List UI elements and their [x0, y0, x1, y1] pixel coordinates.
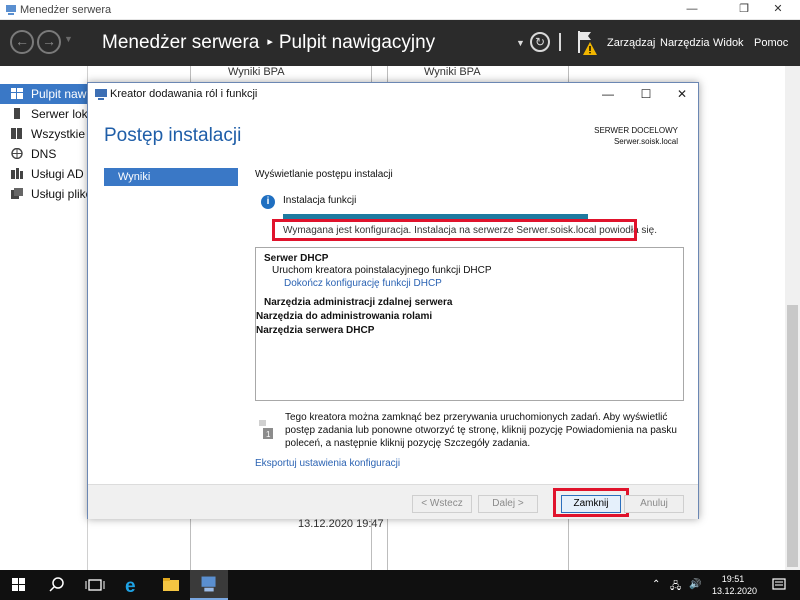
results-list: Serwer DHCP Uruchom kreatora poinstalacyj…	[255, 247, 684, 401]
file-services-icon	[11, 188, 23, 199]
wizard-nav-item-results[interactable]: Wyniki	[104, 168, 238, 186]
close-button-highlight	[553, 488, 629, 517]
close-window-button[interactable]: ✕	[756, 0, 800, 20]
notification-center-icon[interactable]	[764, 570, 794, 600]
refresh-icon[interactable]: ↻	[530, 32, 550, 52]
results-line: Narzędzia do administrowania rolami	[256, 311, 433, 322]
internet-explorer-icon[interactable]: e	[114, 570, 152, 600]
svg-text:e: e	[125, 576, 136, 597]
taskbar: e ⌃ 🖧 🔊 19:51 13.12.2020	[0, 570, 800, 600]
scrollbar-thumb[interactable]	[787, 305, 798, 567]
sidebar-item-label: Pulpit nawigacyjny	[31, 87, 88, 101]
sidebar-item-dashboard[interactable]: Pulpit nawigacyjny	[0, 84, 88, 104]
sidebar-item-ad-ds[interactable]: Usługi AD DS	[0, 164, 88, 184]
menu-view[interactable]: Widok	[713, 37, 744, 49]
wizard-icon	[95, 89, 107, 100]
section-title: Wyświetlanie postępu instalacji	[255, 169, 393, 180]
result-highlight-box	[272, 219, 637, 241]
cancel-button[interactable]: Anuluj	[624, 495, 684, 513]
forward-nav-button[interactable]: →	[37, 30, 61, 54]
back-arrow-icon: ←	[15, 33, 29, 49]
dialog-title: Kreator dodawania ról i funkcji	[110, 88, 258, 100]
destination-server-label: SERWER DOCELOWY	[594, 126, 678, 135]
tray-clock[interactable]: 19:51 13.12.2020	[712, 573, 758, 597]
servers-icon	[11, 128, 22, 139]
task-view-icon[interactable]	[76, 570, 114, 600]
forward-arrow-icon: →	[42, 33, 56, 49]
ad-icon	[11, 168, 23, 179]
search-icon[interactable]	[38, 570, 76, 600]
info-icon: i	[261, 195, 275, 209]
dialog-close-button[interactable]: ✕	[664, 83, 700, 105]
sidebar-item-label: Serwer lokalny	[31, 107, 88, 121]
server-icon	[14, 108, 20, 119]
volume-icon[interactable]: 🔊	[689, 579, 701, 590]
header-dropdown-icon[interactable]: ▼	[516, 38, 525, 48]
window-title: Menedżer serwera	[20, 4, 112, 16]
sidebar-item-local-server[interactable]: Serwer lokalny	[0, 104, 88, 124]
breadcrumb-app: Menedżer serwera	[102, 32, 260, 53]
sidebar-item-label: DNS	[31, 147, 57, 161]
header-divider	[559, 33, 561, 51]
breadcrumb: Menedżer serwera ▸ Pulpit nawigacyjny	[102, 32, 435, 54]
sidebar: Pulpit nawigacyjny Serwer lokalny Wszyst…	[0, 66, 88, 570]
sidebar-item-label: Wszystkie serwery	[31, 127, 88, 141]
sidebar-item-dns[interactable]: DNS	[0, 144, 88, 164]
clock-date: 13.12.2020	[712, 586, 758, 596]
dialog-maximize-button[interactable]: ☐	[628, 83, 664, 105]
server-manager-app-icon	[6, 5, 16, 15]
wizard-heading: Postęp instalacji	[104, 125, 242, 146]
results-line: Serwer DHCP	[264, 253, 329, 264]
breadcrumb-page: Pulpit nawigacyjny	[278, 32, 436, 53]
tile-bpa-label[interactable]: Wyniki BPA	[424, 66, 481, 78]
sidebar-item-all-servers[interactable]: Wszystkie serwery	[0, 124, 88, 144]
menu-manage[interactable]: Zarządzaj	[607, 37, 655, 49]
install-status: Instalacja funkcji	[283, 195, 357, 206]
dns-icon	[11, 148, 23, 159]
dialog-minimize-button[interactable]: —	[590, 83, 626, 105]
tile-bpa-label[interactable]: Wyniki BPA	[228, 66, 285, 78]
wizard-footer: < Wstecz Dalej > Zamknij Anuluj	[88, 484, 698, 519]
export-settings-link[interactable]: Eksportuj ustawienia konfiguracji	[255, 458, 400, 469]
wizard-nav-label: Wyniki	[118, 171, 151, 183]
dialog-title-bar: Kreator dodawania ról i funkcji — ☐ ✕	[88, 83, 698, 105]
start-windows-icon[interactable]	[0, 570, 38, 600]
breadcrumb-separator: ▸	[267, 36, 273, 48]
sidebar-item-file-services[interactable]: Usługi plików	[0, 184, 88, 204]
clock-time: 19:51	[721, 574, 745, 584]
notifications-flag-icon[interactable]	[576, 30, 598, 56]
svg-text:1: 1	[266, 430, 271, 439]
window-title-bar: Menedżer serwera — ❐ ✕	[0, 0, 800, 20]
tile-timestamp: 13.12.2020 19:47	[298, 518, 384, 530]
sidebar-item-label: Usługi plików	[31, 187, 88, 201]
nav-history-dropdown-icon[interactable]: ▼	[64, 34, 73, 44]
minimize-button[interactable]: —	[670, 0, 714, 20]
dashboard-icon	[11, 88, 23, 99]
notification-page-icon: 1	[259, 420, 273, 439]
results-line: Narzędzia administracji zdalnej serwera	[264, 297, 453, 308]
network-icon[interactable]: 🖧	[670, 579, 681, 596]
menu-help[interactable]: Pomoc	[754, 37, 788, 49]
back-button[interactable]: < Wstecz	[412, 495, 472, 513]
add-roles-wizard-dialog: Kreator dodawania ról i funkcji — ☐ ✕ Po…	[87, 82, 699, 519]
sidebar-item-label: Usługi AD DS	[31, 167, 88, 181]
server-manager-header: ← → ▼ Menedżer serwera ▸ Pulpit nawigacyjn…	[0, 20, 800, 66]
back-nav-button[interactable]: ←	[10, 30, 34, 54]
results-line: Narzędzia serwera DHCP	[256, 325, 375, 336]
results-link[interactable]: Dokończ konfigurację funkcji DHCP	[284, 278, 442, 289]
background-info-note: Tego kreatora można zamknąć bez przerywa…	[285, 412, 677, 449]
next-button[interactable]: Dalej >	[478, 495, 538, 513]
server-manager-taskbar-icon[interactable]	[190, 570, 228, 600]
file-explorer-icon[interactable]	[152, 570, 190, 600]
tray-expand-icon[interactable]: ⌃	[652, 579, 660, 590]
destination-server-name: Serwer.soisk.local	[613, 137, 678, 146]
menu-tools[interactable]: Narzędzia	[660, 37, 710, 49]
results-line: Uruchom kreatora poinstalacyjnego funkcj…	[272, 265, 492, 276]
